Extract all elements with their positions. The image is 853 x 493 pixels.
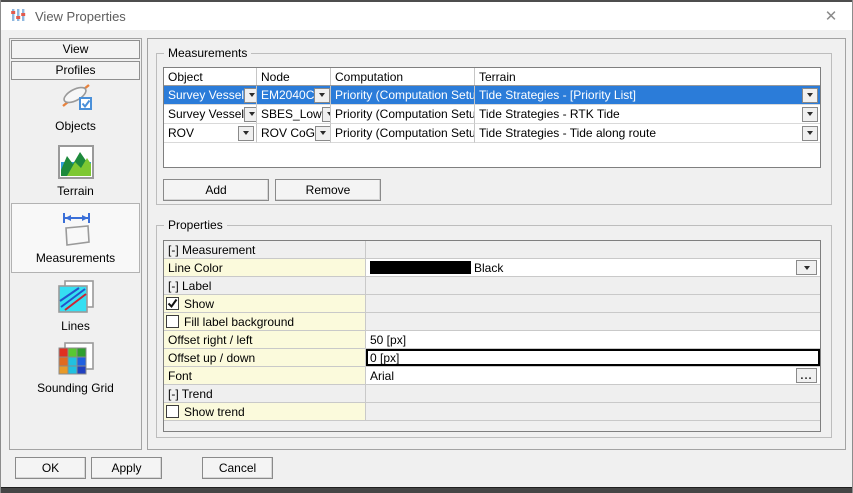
property-label: Offset up / down [164,349,366,366]
sidebar-item-label: Lines [61,319,90,333]
window-bottom-edge [1,487,853,493]
title-bar: View Properties ✕ [1,2,853,30]
sidebar-item-sounding-grid[interactable]: Sounding Grid [11,339,140,395]
sidebar-item-measurements[interactable]: Measurements [11,203,140,273]
property-row-font: Font Arial ... [164,367,820,385]
color-swatch [370,261,471,274]
terrain-combo[interactable]: Tide Strategies - [Priority List] [475,86,820,105]
column-header-object: Object [164,70,256,84]
chevron-down-icon[interactable] [802,88,818,103]
view-properties-dialog: View Properties ✕ View Profiles Objects [0,0,853,493]
object-combo[interactable]: ROV [164,124,257,143]
chevron-down-icon[interactable] [802,126,818,141]
property-label: Show trend [184,405,245,419]
table-row: Survey Vessel EM2040C Priority (Computat… [164,86,820,105]
property-row-label: [-] Label [164,277,820,295]
font-value[interactable]: Arial ... [366,367,820,384]
column-header-node: Node [257,70,330,84]
property-row-line-color: Line Color Black [164,259,820,277]
object-combo[interactable]: Survey Vessel [164,86,257,105]
property-label: Offset right / left [164,331,366,348]
chevron-down-icon[interactable] [322,107,331,122]
sidebar-item-label: Objects [55,119,96,133]
remove-button[interactable]: Remove [275,179,381,201]
column-header-terrain: Terrain [475,70,820,84]
property-row-show: Show [164,295,820,313]
sidebar-item-label: Terrain [57,184,94,198]
sidebar-item-label: Measurements [36,251,115,265]
category-toggle[interactable]: [-] Measurement [164,241,366,258]
node-combo[interactable]: EM2040C [257,86,331,105]
node-combo[interactable]: ROV CoG [257,124,331,143]
measurements-group-label: Measurements [164,46,251,60]
measurements-table: Object Node Computation Terrain Survey V… [163,67,821,168]
offset-up-down-input[interactable]: 0 [px] [366,349,820,366]
table-header-row: Object Node Computation Terrain [164,68,820,86]
profiles-panel: Measurements Object Node Computation Ter… [147,38,846,450]
table-row: Survey Vessel SBES_Low Priority (Computa… [164,105,820,124]
lines-icon [57,277,95,317]
property-row-offset-right-left: Offset right / left 50 [px] [164,331,820,349]
node-combo[interactable]: SBES_Low [257,105,331,124]
property-label: Line Color [164,259,366,276]
sidebar-item-lines[interactable]: Lines [11,277,140,333]
chevron-down-icon[interactable] [244,88,257,103]
property-label: Fill label background [184,315,294,329]
property-row-offset-up-down: Offset up / down 0 [px] [164,349,820,367]
close-icon[interactable]: ✕ [820,6,842,28]
measurements-icon [56,209,96,249]
table-row: ROV ROV CoG Priority (Computation Setup)… [164,124,820,143]
properties-group-label: Properties [164,218,227,232]
sidebar-item-label: Sounding Grid [37,381,114,395]
property-row-fill-label-background: Fill label background [164,313,820,331]
tab-view[interactable]: View [11,40,140,59]
chevron-down-icon[interactable] [238,126,254,141]
sidebar-item-terrain[interactable]: Terrain [11,142,140,198]
property-row-show-trend: Show trend [164,403,820,421]
computation-combo[interactable]: Priority (Computation Setup) [331,105,475,124]
object-combo[interactable]: Survey Vessel [164,105,257,124]
show-checkbox[interactable] [166,297,179,310]
properties-group: Properties [-] Measurement Line Color Bl… [156,225,832,438]
line-color-value[interactable]: Black [366,259,820,276]
window-title: View Properties [35,9,126,24]
property-label: Font [164,367,366,384]
apply-button[interactable]: Apply [91,457,162,479]
show-trend-checkbox[interactable] [166,405,179,418]
sidebar: View Profiles Objects [9,38,142,450]
computation-combo[interactable]: Priority (Computation Setup) [331,124,475,143]
property-row-measurement: [-] Measurement [164,241,820,259]
ellipsis-button[interactable]: ... [796,368,817,383]
computation-combo[interactable]: Priority (Computation Setup) [331,86,475,105]
terrain-combo[interactable]: Tide Strategies - Tide along route [475,124,820,143]
chevron-down-icon[interactable] [244,107,257,122]
sliders-icon [10,7,26,26]
terrain-combo[interactable]: Tide Strategies - RTK Tide [475,105,820,124]
property-grid: [-] Measurement Line Color Black [-] Lab… [163,240,821,432]
measurements-group: Measurements Object Node Computation Ter… [156,53,832,205]
chevron-down-icon[interactable] [314,88,330,103]
property-row-trend: [-] Trend [164,385,820,403]
cancel-button[interactable]: Cancel [202,457,273,479]
chevron-down-icon[interactable] [796,260,817,275]
sounding-grid-icon [57,339,95,379]
add-button[interactable]: Add [163,179,269,201]
property-label: Show [184,297,214,311]
category-toggle[interactable]: [-] Trend [164,385,366,402]
sidebar-item-objects[interactable]: Objects [11,77,140,133]
offset-right-left-value[interactable]: 50 [px] [366,331,820,348]
column-header-computation: Computation [331,70,474,84]
fill-label-background-checkbox[interactable] [166,315,179,328]
objects-icon [57,77,95,117]
ok-button[interactable]: OK [15,457,86,479]
terrain-icon [57,142,95,182]
chevron-down-icon[interactable] [802,107,818,122]
chevron-down-icon[interactable] [315,126,331,141]
category-toggle[interactable]: [-] Label [164,277,366,294]
